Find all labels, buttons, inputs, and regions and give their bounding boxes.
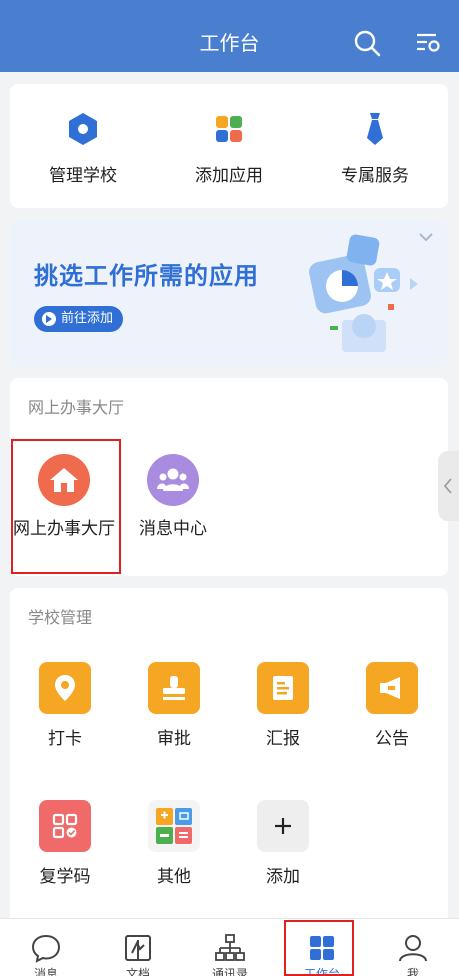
quick-actions-card: 管理学校 添加应用 专属服务 (10, 84, 448, 208)
search-icon[interactable] (353, 29, 381, 57)
plus-icon (257, 800, 309, 852)
chat-bubble-icon (31, 934, 61, 963)
report-app[interactable]: 汇报 (228, 662, 338, 762)
tab-me-label: 我 (406, 967, 419, 976)
report-icon (257, 662, 309, 714)
school-management-section: 学校管理 打卡 审批 汇报 公告 复学码 其他 添加 (10, 588, 448, 918)
message-center-app[interactable]: 消息中心 (118, 450, 228, 539)
tie-icon (367, 113, 383, 145)
apps-illustration-icon (309, 234, 418, 352)
tab-messages-label: 消息 (33, 967, 58, 976)
people-icon (147, 454, 199, 506)
tab-me[interactable]: 我 (367, 919, 459, 976)
highlight-box (11, 439, 121, 574)
app-grid-icon (216, 116, 242, 142)
go-add-button[interactable]: 前往添加 (34, 306, 124, 332)
promo-banner[interactable]: 挑选工作所需的应用 前往添加 (10, 220, 448, 366)
stamp-icon (148, 662, 200, 714)
tab-contacts-label: 通讯录 (211, 967, 248, 976)
settings-filter-icon[interactable] (414, 29, 442, 57)
resume-school-code-label: 复学码 (39, 867, 91, 887)
chevron-down-icon[interactable] (418, 232, 434, 242)
exclusive-service-button[interactable]: 专属服务 (302, 84, 448, 208)
document-icon (125, 935, 151, 961)
bottom-tab-bar: 消息 文档 通讯录 工作台 我 (0, 918, 459, 976)
exclusive-service-label: 专属服务 (341, 166, 409, 186)
side-drawer-handle[interactable] (438, 451, 459, 521)
check-in-app[interactable]: 打卡 (10, 662, 120, 762)
message-center-app-label: 消息中心 (139, 519, 207, 539)
page-title: 工作台 (199, 31, 260, 55)
tab-documents-label: 文档 (125, 967, 150, 976)
tab-messages[interactable]: 消息 (0, 919, 92, 976)
tab-documents[interactable]: 文档 (92, 919, 184, 976)
report-app-label: 汇报 (266, 729, 300, 749)
add-app-button[interactable]: 添加应用 (156, 84, 302, 208)
banner-title: 挑选工作所需的应用 (34, 262, 259, 290)
other-apps[interactable]: 其他 (119, 800, 229, 900)
announcement-app-label: 公告 (375, 729, 409, 749)
megaphone-icon (366, 662, 418, 714)
online-hall-section-title: 网上办事大厅 (28, 398, 125, 417)
highlight-box (284, 920, 354, 976)
manage-school-button[interactable]: 管理学校 (10, 84, 156, 208)
location-pin-icon (39, 662, 91, 714)
chevron-left-icon (444, 478, 452, 494)
approval-app-label: 审批 (157, 729, 191, 749)
manage-school-label: 管理学校 (49, 166, 117, 186)
add-app-tile[interactable]: 添加 (228, 800, 338, 900)
resume-school-code-app[interactable]: 复学码 (10, 800, 120, 900)
school-mgmt-section-title: 学校管理 (28, 608, 93, 627)
go-add-label: 前往添加 (61, 311, 114, 326)
add-app-tile-label: 添加 (266, 867, 300, 887)
header-bar: 工作台 (0, 0, 459, 72)
check-in-app-label: 打卡 (48, 729, 82, 749)
tab-contacts[interactable]: 通讯录 (184, 919, 276, 976)
announcement-app[interactable]: 公告 (337, 662, 447, 762)
org-chart-icon (215, 934, 245, 961)
play-arrow-icon (42, 312, 56, 326)
hexagon-icon (69, 113, 97, 145)
approval-app[interactable]: 审批 (119, 662, 229, 762)
person-icon (399, 935, 427, 962)
multi-app-icon (148, 800, 200, 852)
qr-code-icon (39, 800, 91, 852)
other-apps-label: 其他 (157, 867, 191, 887)
add-app-label: 添加应用 (195, 166, 263, 186)
